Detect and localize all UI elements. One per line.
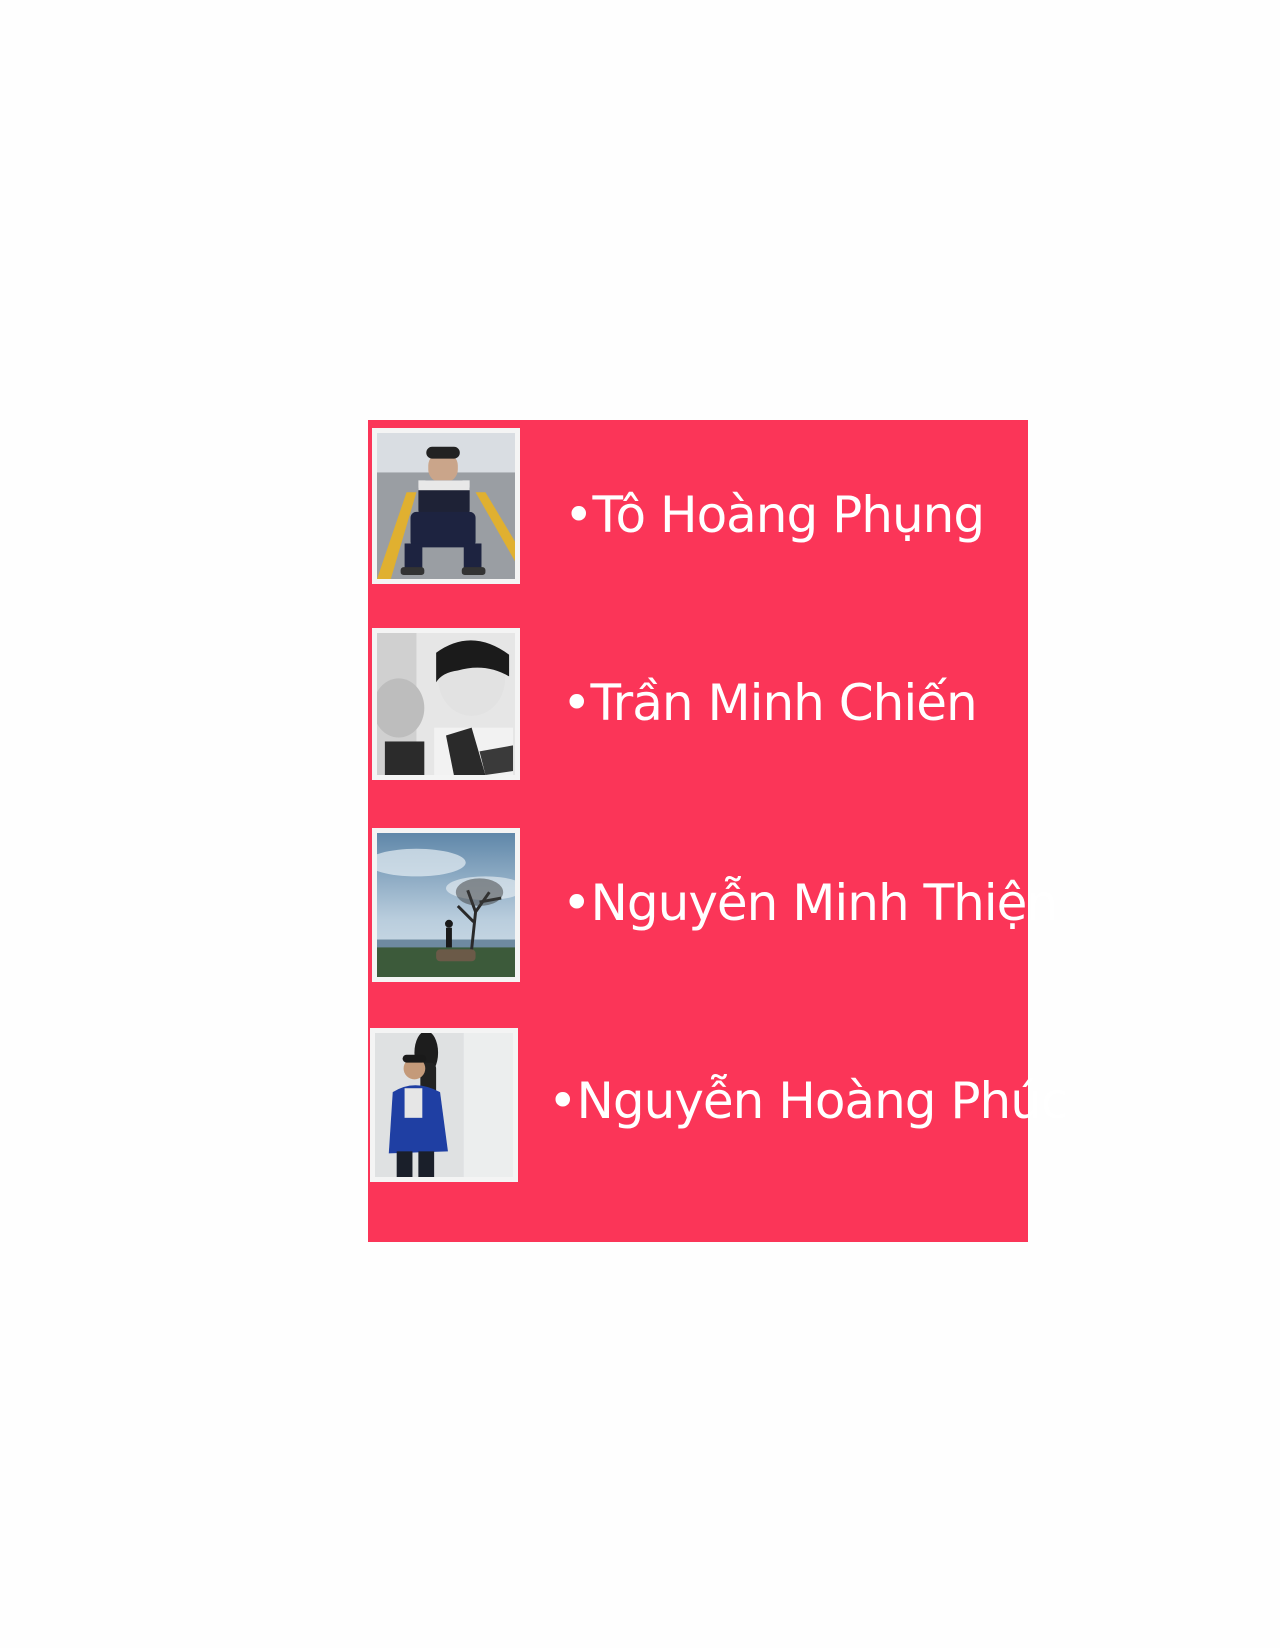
member-item: •Trần Minh Chiến — [368, 628, 1028, 798]
member-name: •Nguyễn Hoàng Phúc — [548, 1072, 1068, 1130]
page: •Tô Hoàng Phụng •Trần Minh Chiến •Nguyễn… — [0, 0, 1280, 1648]
member-name: •Nguyễn Minh Thiện — [562, 874, 1058, 932]
member-item: •Nguyễn Hoàng Phúc — [368, 1028, 1068, 1198]
member-photo-selfie — [372, 628, 520, 780]
member-list-panel: •Tô Hoàng Phụng •Trần Minh Chiến •Nguyễn… — [368, 420, 1068, 1242]
member-name: •Trần Minh Chiến — [562, 674, 978, 732]
member-photo-hilltop — [372, 828, 520, 982]
member-item: •Tô Hoàng Phụng — [368, 428, 1028, 598]
member-name: •Tô Hoàng Phụng — [564, 486, 985, 544]
member-item: •Nguyễn Minh Thiện — [368, 828, 1058, 998]
member-photo-sitting — [372, 428, 520, 584]
member-photo-guitar — [370, 1028, 518, 1182]
